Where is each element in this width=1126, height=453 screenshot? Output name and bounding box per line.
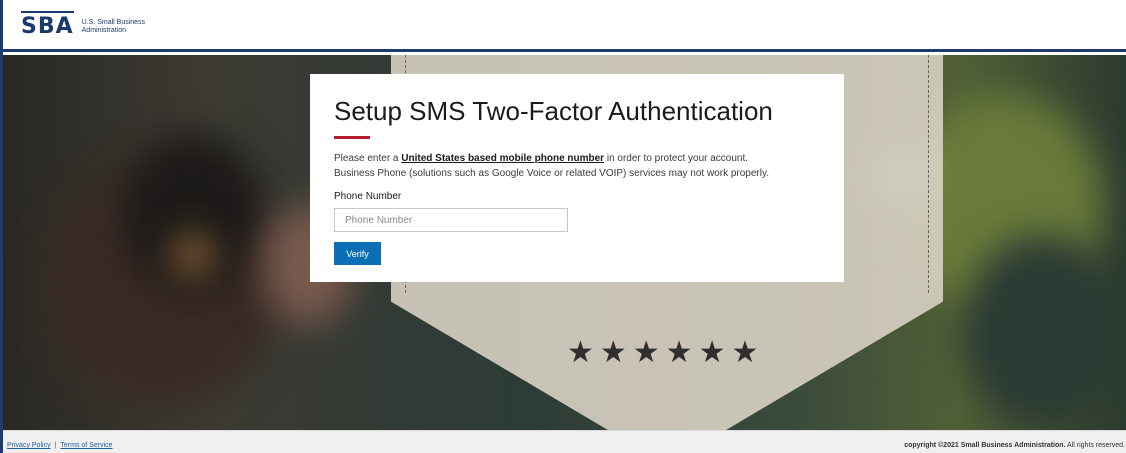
blurred-person-shape <box>963 235 1123 425</box>
instructions-text: Please enter a United States based mobil… <box>334 151 820 181</box>
sba-logo-mark: SBA <box>21 11 74 39</box>
verify-button[interactable]: Verify <box>334 242 381 265</box>
footer-separator: | <box>54 442 57 449</box>
bokeh-light <box>173 235 213 275</box>
phone-number-input[interactable] <box>334 208 568 232</box>
sba-logo-text: U.S. Small Business Administration <box>82 19 145 35</box>
logo-line-1: U.S. Small Business <box>81 19 146 26</box>
page: SBA U.S. Small Business Administration ★… <box>0 0 1126 453</box>
intro-line-2: Business Phone (solutions such as Google… <box>334 168 770 179</box>
phone-number-label: Phone Number <box>334 191 402 202</box>
terms-of-service-link[interactable]: Terms of Service <box>60 442 112 449</box>
page-title: Setup SMS Two-Factor Authentication <box>334 96 773 126</box>
intro-suffix: in order to protect your account. <box>604 153 749 164</box>
title-accent-rule <box>334 136 370 139</box>
copyright-bold: copyright ©2021 Small Business Administr… <box>904 442 1066 449</box>
copyright-notice: copyright ©2021 Small Business Administr… <box>904 442 1125 449</box>
privacy-policy-link[interactable]: Privacy Policy <box>7 442 51 449</box>
us-mobile-number-link[interactable]: United States based mobile phone number <box>401 153 604 164</box>
two-factor-setup-card: Setup SMS Two-Factor Authentication Plea… <box>310 74 844 282</box>
intro-prefix: Please enter a <box>334 153 402 164</box>
sba-logo[interactable]: SBA U.S. Small Business Administration <box>21 11 145 42</box>
copyright-rest: All rights reserved. <box>1065 442 1125 449</box>
logo-line-2: Administration <box>81 27 126 34</box>
site-header: SBA U.S. Small Business Administration <box>3 0 1126 52</box>
footer-links: Privacy Policy | Terms of Service <box>7 442 113 449</box>
star-rating-decoration: ★★★★★★ <box>567 335 765 370</box>
site-footer: Privacy Policy | Terms of Service copyrigh… <box>3 430 1126 453</box>
